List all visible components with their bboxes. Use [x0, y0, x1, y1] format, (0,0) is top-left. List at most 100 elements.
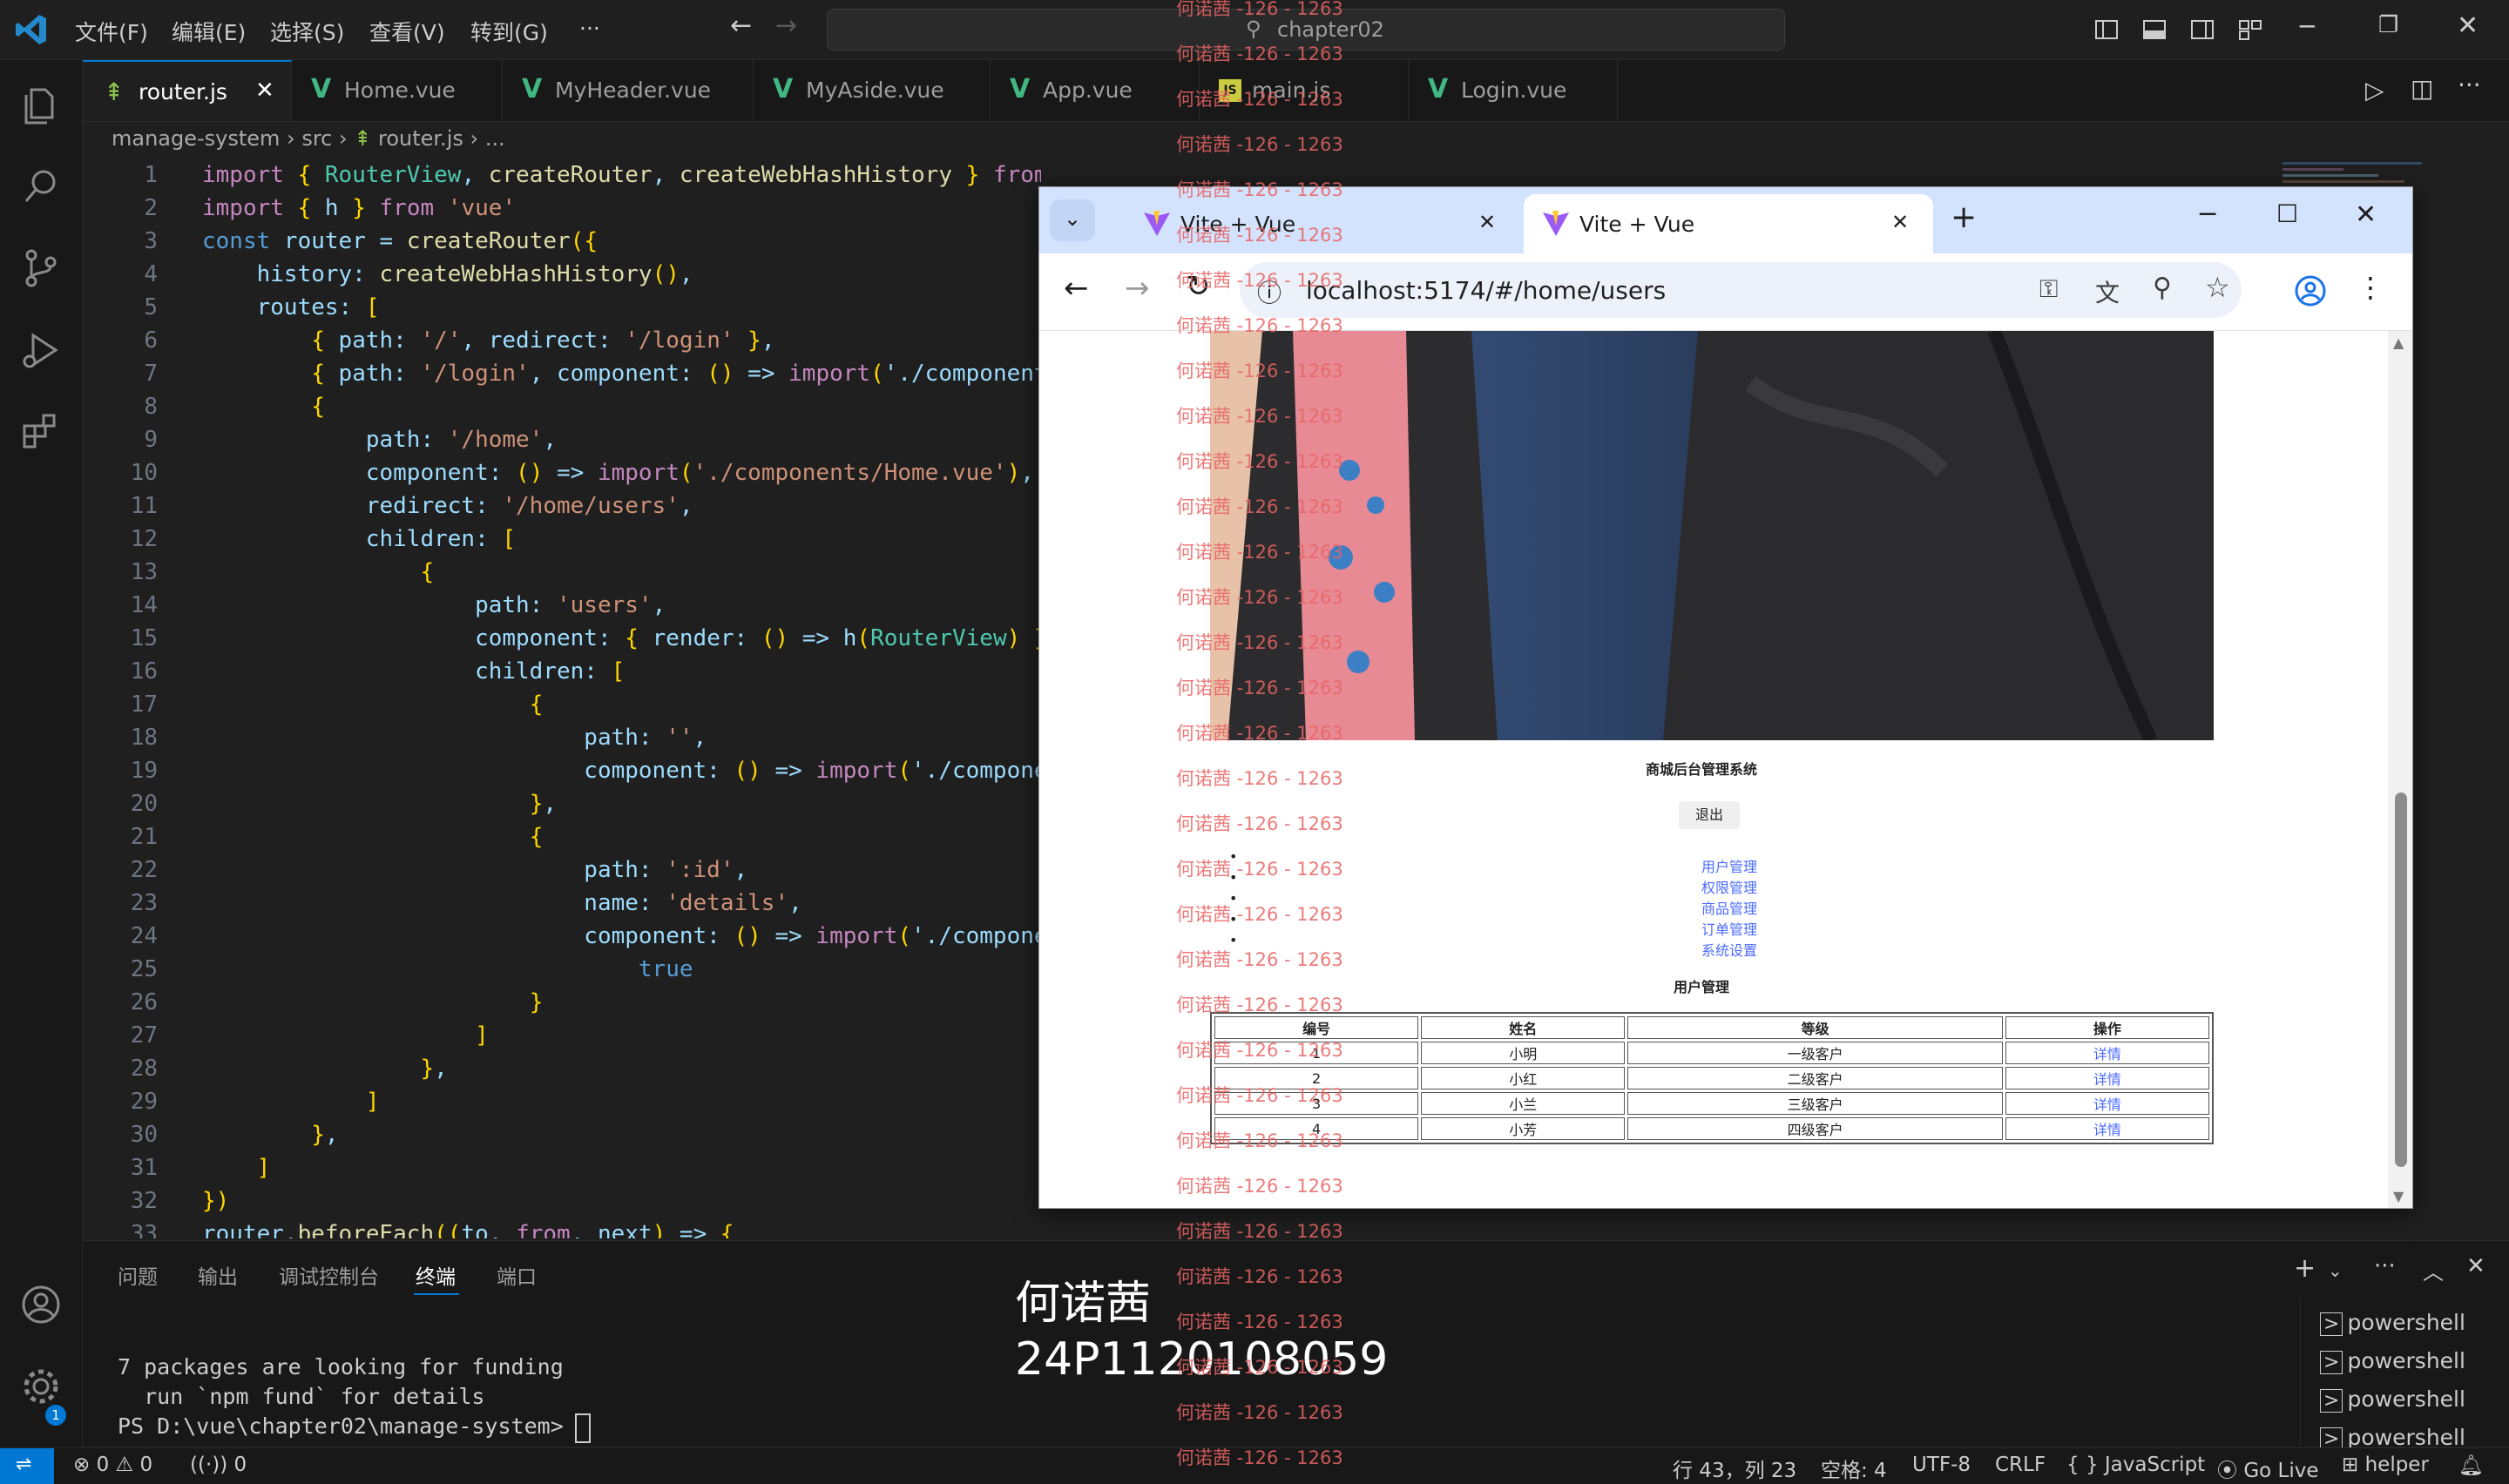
restore-icon[interactable]: ❐ — [2378, 12, 2398, 38]
helper-button[interactable]: ⊞ helper — [2342, 1454, 2429, 1476]
menu-go[interactable]: 转到(G) — [470, 16, 548, 47]
address-bar[interactable]: ⓘ localhost:5174/#/home/users ⚿ 文 ⚲ ☆ — [1240, 262, 2242, 318]
toggle-secondary-sidebar-icon[interactable] — [2187, 14, 2218, 45]
code-line[interactable]: 30 }, — [83, 1118, 1041, 1151]
forward-arrow-icon[interactable]: → — [1125, 271, 1150, 306]
code-line[interactable]: 23 name: 'details', — [83, 887, 1041, 920]
code-line[interactable]: 27 ] — [83, 1019, 1041, 1052]
code-line[interactable]: 28 }, — [83, 1052, 1041, 1085]
search-icon[interactable] — [17, 163, 64, 210]
code-line[interactable]: 24 component: () => import('./componen — [83, 920, 1041, 953]
code-line[interactable]: 17 { — [83, 688, 1041, 721]
chevron-down-icon[interactable]: ⌄ — [2328, 1260, 2343, 1281]
code-line[interactable]: 26 } — [83, 986, 1041, 1019]
tab-home-vue[interactable]: V Home.vue — [292, 60, 503, 121]
ports-indicator[interactable]: ((·)) 0 — [190, 1454, 247, 1476]
menu-edit[interactable]: 编辑(E) — [172, 16, 246, 47]
terminal-item[interactable]: > powershell — [2320, 1425, 2465, 1451]
tab-myaside-vue[interactable]: V MyAside.vue — [754, 60, 991, 121]
profile-icon[interactable] — [2294, 274, 2327, 307]
remote-indicator[interactable]: ⇌ — [0, 1448, 54, 1484]
code-line[interactable]: 31 ] — [83, 1151, 1041, 1184]
split-editor-icon[interactable]: ◫ — [2411, 74, 2433, 103]
panel-tab-problems[interactable]: 问题 — [118, 1260, 158, 1290]
run-file-icon[interactable]: ▷ — [2365, 76, 2384, 105]
toggle-panel-icon[interactable] — [2139, 14, 2170, 45]
notifications-bell-icon[interactable]: 🔔︎ — [2458, 1454, 2484, 1477]
more-actions-icon[interactable]: ··· — [2458, 71, 2481, 99]
translate-icon[interactable]: 文 — [2095, 274, 2120, 309]
go-live-button[interactable]: ⦿ Go Live — [2217, 1454, 2318, 1483]
menu-view[interactable]: 查看(V) — [369, 16, 445, 47]
code-line[interactable]: 19 component: () => import('./componen — [83, 754, 1041, 787]
code-editor[interactable]: 1 import { RouterView, createRouter, crea… — [83, 159, 1041, 1238]
browser-tab-active[interactable]: Vite + Vue ✕ — [1524, 194, 1933, 253]
tab-close-icon[interactable]: ✕ — [255, 78, 274, 104]
code-line[interactable]: 2 import { h } from 'vue' — [83, 192, 1041, 225]
panel-tab-output[interactable]: 输出 — [198, 1260, 238, 1290]
url-text[interactable]: localhost:5174/#/home/users — [1306, 276, 1666, 305]
code-line[interactable]: 4 history: createWebHashHistory(), — [83, 258, 1041, 291]
code-line[interactable]: 9 path: '/home', — [83, 423, 1041, 456]
nav-item-settings[interactable]: 系统设置 — [1701, 941, 1757, 961]
code-line[interactable]: 14 path: 'users', — [83, 589, 1041, 622]
back-arrow-icon[interactable]: ← — [730, 10, 752, 41]
page-scrollbar[interactable]: ▲ ▼ — [2388, 331, 2412, 1208]
code-line[interactable]: 13 { — [83, 556, 1041, 589]
close-icon[interactable]: ✕ — [2457, 10, 2479, 41]
new-tab-icon[interactable]: + — [1951, 199, 1977, 235]
code-line[interactable]: 11 redirect: '/home/users', — [83, 489, 1041, 523]
close-icon[interactable]: ✕ — [2355, 199, 2377, 230]
terminal-item[interactable]: > powershell — [2320, 1310, 2465, 1336]
nav-item-users[interactable]: 用户管理 — [1701, 857, 1757, 878]
close-panel-icon[interactable]: ✕ — [2466, 1253, 2485, 1279]
minimize-icon[interactable]: ─ — [2200, 199, 2215, 230]
tab-login-vue[interactable]: V Login.vue — [1409, 60, 1618, 121]
extensions-icon[interactable] — [17, 408, 64, 455]
run-debug-icon[interactable] — [17, 327, 64, 374]
tab-close-icon[interactable]: ✕ — [1891, 210, 1909, 234]
indentation[interactable]: 空格: 4 — [1821, 1454, 1887, 1483]
scrollbar-thumb[interactable] — [2395, 793, 2407, 1167]
code-line[interactable]: 33 router.beforeEach((to, from, next) => … — [83, 1218, 1041, 1238]
menu-more[interactable]: ··· — [579, 16, 600, 41]
code-line[interactable]: 7 { path: '/login', component: () => imp… — [83, 357, 1041, 390]
code-line[interactable]: 6 { path: '/', redirect: '/login' }, — [83, 324, 1041, 357]
details-link[interactable]: 详情 — [2005, 1117, 2209, 1140]
bookmark-star-icon[interactable]: ☆ — [2205, 271, 2230, 304]
cursor-position[interactable]: 行 43，列 23 — [1673, 1454, 1796, 1483]
source-control-icon[interactable] — [17, 245, 64, 292]
new-terminal-icon[interactable]: + — [2294, 1253, 2316, 1284]
tab-search-button[interactable]: ⌄ — [1050, 199, 1095, 241]
tab-myheader-vue[interactable]: V MyHeader.vue — [503, 60, 754, 121]
toggle-primary-sidebar-icon[interactable] — [2091, 14, 2122, 45]
zoom-icon[interactable]: ⚲ — [2153, 273, 2172, 303]
code-line[interactable]: 18 path: '', — [83, 721, 1041, 754]
code-line[interactable]: 1 import { RouterView, createRouter, crea… — [83, 159, 1041, 192]
errors-indicator[interactable]: ⊗ 0 ⚠ 0 — [73, 1454, 152, 1476]
breadcrumb-folder[interactable]: src — [301, 126, 332, 151]
scroll-down-icon[interactable]: ▼ — [2393, 1188, 2404, 1204]
code-line[interactable]: 3 const router = createRouter({ — [83, 225, 1041, 258]
tab-close-icon[interactable]: ✕ — [1478, 210, 1496, 234]
panel-tab-debug-console[interactable]: 调试控制台 — [279, 1260, 379, 1290]
nav-item-orders[interactable]: 订单管理 — [1701, 920, 1757, 941]
code-line[interactable]: 32}) — [83, 1184, 1041, 1218]
panel-tab-terminal[interactable]: 终端 — [416, 1260, 456, 1290]
terminal-item[interactable]: > powershell — [2320, 1348, 2465, 1374]
maximize-panel-icon[interactable]: ︿ — [2423, 1255, 2444, 1285]
breadcrumb-symbol[interactable]: ... — [485, 126, 505, 151]
details-link[interactable]: 详情 — [2005, 1067, 2209, 1089]
code-line[interactable]: 21 { — [83, 820, 1041, 853]
scroll-up-icon[interactable]: ▲ — [2393, 334, 2404, 351]
breadcrumb-project[interactable]: manage-system — [112, 126, 280, 151]
breadcrumb-file[interactable]: router.js — [378, 126, 463, 151]
line-ending[interactable]: CRLF — [1995, 1454, 2046, 1476]
menu-file[interactable]: 文件(F) — [75, 16, 148, 47]
maximize-icon[interactable]: ☐ — [2276, 199, 2298, 228]
menu-selection[interactable]: 选择(S) — [270, 16, 344, 47]
customize-layout-icon[interactable] — [2235, 14, 2266, 45]
code-line[interactable]: 29 ] — [83, 1085, 1041, 1118]
code-line[interactable]: 12 children: [ — [83, 523, 1041, 556]
key-icon[interactable]: ⚿ — [2039, 274, 2058, 304]
